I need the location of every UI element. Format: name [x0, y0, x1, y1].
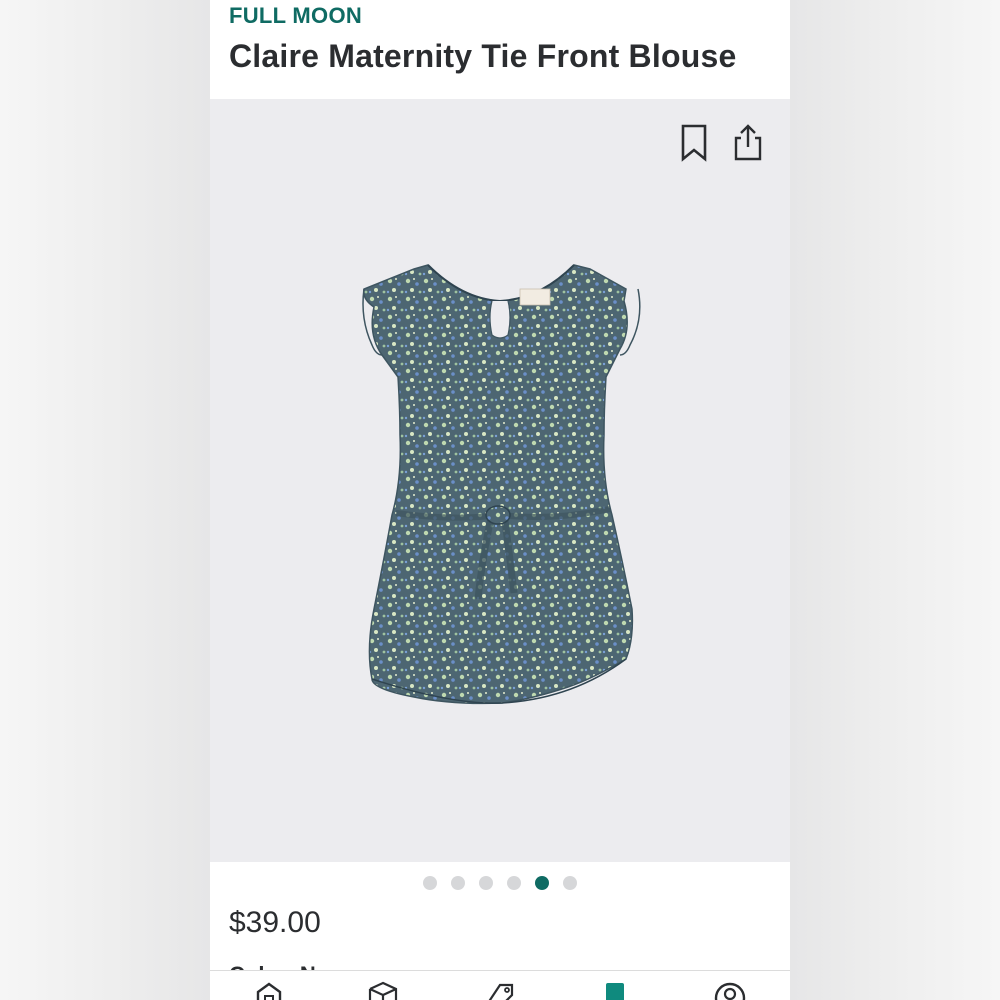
background-blur-right: [790, 0, 1000, 1000]
tab-shop[interactable]: [482, 981, 516, 1000]
product-image-gallery[interactable]: [210, 99, 790, 862]
box-icon: [368, 981, 398, 1000]
blouse-product-photo: [362, 264, 641, 705]
bookmark-button[interactable]: [678, 123, 712, 163]
share-button[interactable]: [731, 123, 765, 163]
tab-orders[interactable]: [366, 981, 400, 1000]
tab-style-card[interactable]: [598, 981, 632, 1000]
bookmark-icon: [681, 124, 707, 162]
pagination-dot[interactable]: [451, 876, 465, 890]
home-icon: [256, 982, 282, 1000]
tag-icon: [488, 983, 514, 1000]
gallery-pagination: [210, 876, 790, 892]
account-icon: [714, 982, 746, 1000]
tab-account[interactable]: [713, 981, 747, 1000]
pagination-dot[interactable]: [479, 876, 493, 890]
bottom-tab-bar: [210, 970, 790, 1000]
product-title: Claire Maternity Tie Front Blouse: [229, 38, 737, 74]
share-icon: [734, 124, 762, 161]
pagination-dot-active[interactable]: [535, 876, 549, 890]
pagination-dot[interactable]: [563, 876, 577, 890]
brand-name[interactable]: FULL MOON: [229, 3, 362, 29]
tab-home[interactable]: [252, 981, 286, 1000]
pagination-dot[interactable]: [423, 876, 437, 890]
style-card-icon: [606, 983, 624, 1000]
pagination-dot[interactable]: [507, 876, 521, 890]
product-screen: FULL MOON Claire Maternity Tie Front Blo…: [210, 0, 790, 1000]
background-blur-left: [0, 0, 210, 1000]
product-price: $39.00: [229, 906, 321, 939]
